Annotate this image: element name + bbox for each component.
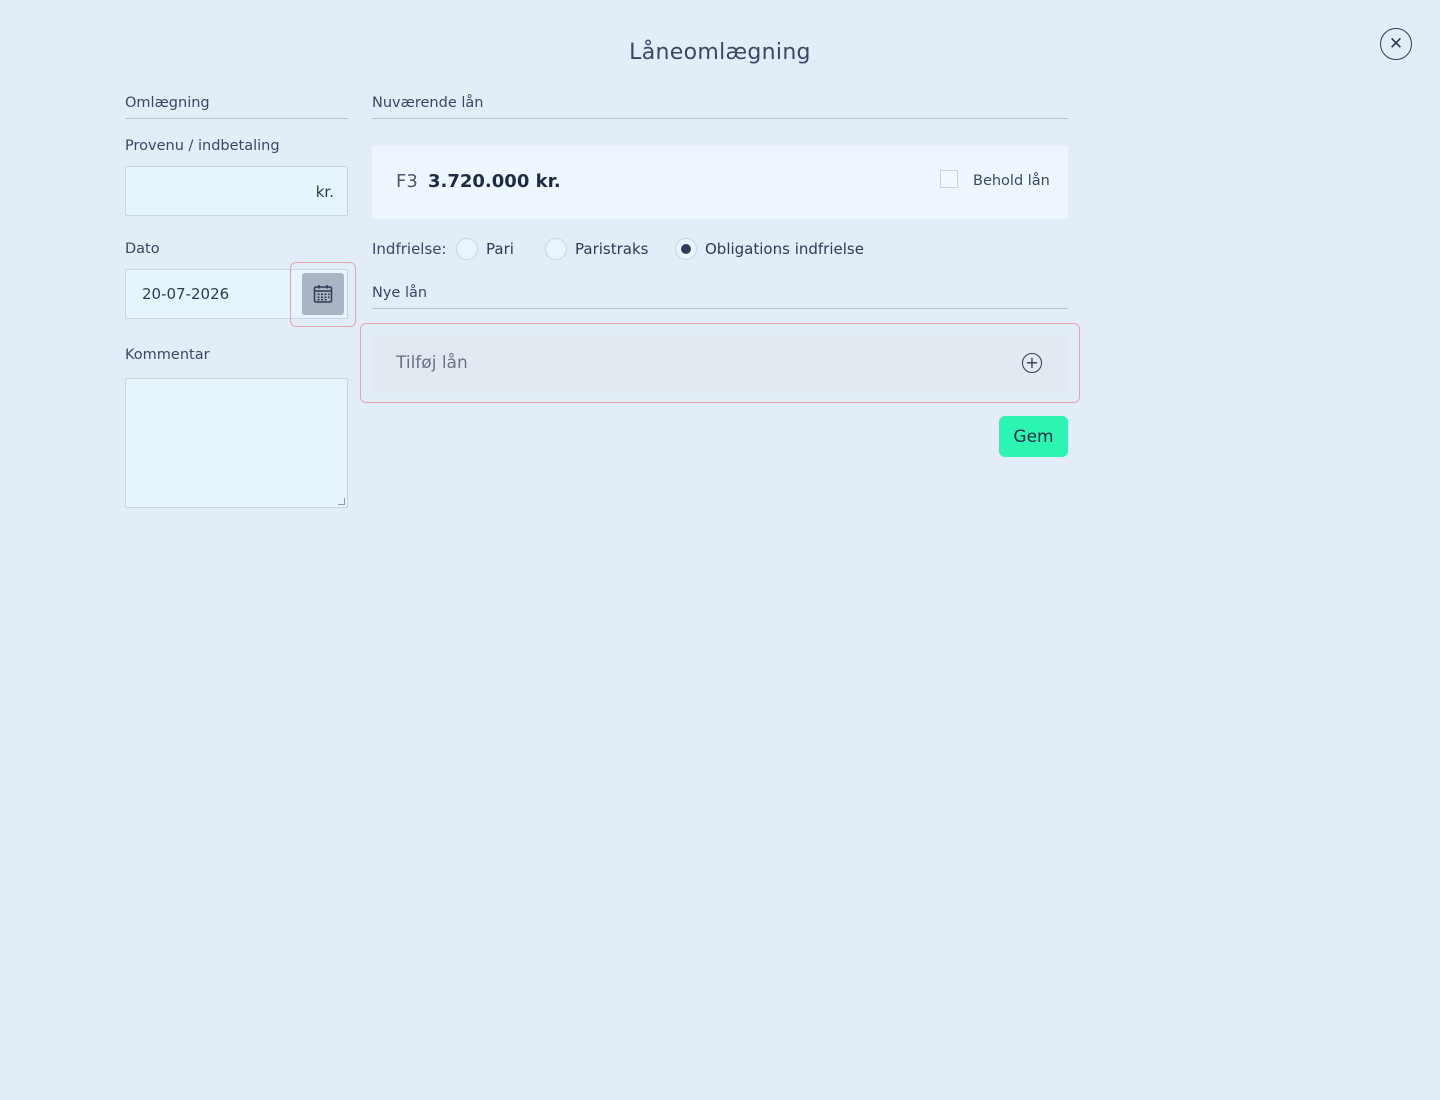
plus-circle-icon: +: [1022, 353, 1042, 373]
loan-amount: 3.720.000 kr.: [428, 171, 561, 192]
date-value: 20-07-2026: [142, 285, 230, 303]
section-title-new-loans: Nye lån: [372, 285, 1068, 309]
radio-label-pari[interactable]: Pari: [486, 240, 514, 258]
loan-restructure-dialog: Låneomlægning ✕ Omlægning Provenu / indb…: [0, 0, 1440, 1100]
section-title-restructure: Omlægning: [125, 95, 348, 119]
keep-loan-label[interactable]: Behold lån: [973, 173, 1050, 189]
section-title-current-loans: Nuværende lån: [372, 95, 1068, 119]
radio-label-bond-redemption[interactable]: Obligations indfrielse: [705, 240, 864, 258]
radio-bond-redemption[interactable]: [675, 238, 697, 260]
save-button[interactable]: Gem: [999, 416, 1068, 457]
close-button[interactable]: ✕: [1380, 28, 1412, 60]
comment-textarea[interactable]: [125, 378, 348, 508]
loan-code: F3: [396, 171, 418, 192]
radio-paristraks[interactable]: [545, 238, 567, 260]
add-loan-label: Tilføj lån: [396, 353, 468, 373]
date-label: Dato: [125, 241, 160, 257]
comment-label: Kommentar: [125, 347, 210, 363]
resize-handle[interactable]: [338, 498, 345, 505]
add-loan-button[interactable]: Tilføj lån +: [372, 335, 1068, 391]
proceeds-label: Provenu / indbetaling: [125, 138, 280, 154]
close-icon: ✕: [1388, 33, 1404, 54]
radio-label-paristraks[interactable]: Paristraks: [575, 240, 648, 258]
current-loan-card: F3 3.720.000 kr. Behold lån: [372, 145, 1068, 219]
calendar-button[interactable]: [302, 273, 344, 315]
keep-loan-checkbox[interactable]: [940, 170, 958, 188]
redemption-label: Indfrielse:: [372, 240, 447, 258]
radio-pari[interactable]: [456, 238, 478, 260]
proceeds-input[interactable]: kr.: [125, 166, 348, 216]
currency-suffix: kr.: [315, 183, 334, 201]
calendar-icon: [313, 285, 333, 303]
dialog-title: Låneomlægning: [629, 40, 811, 65]
